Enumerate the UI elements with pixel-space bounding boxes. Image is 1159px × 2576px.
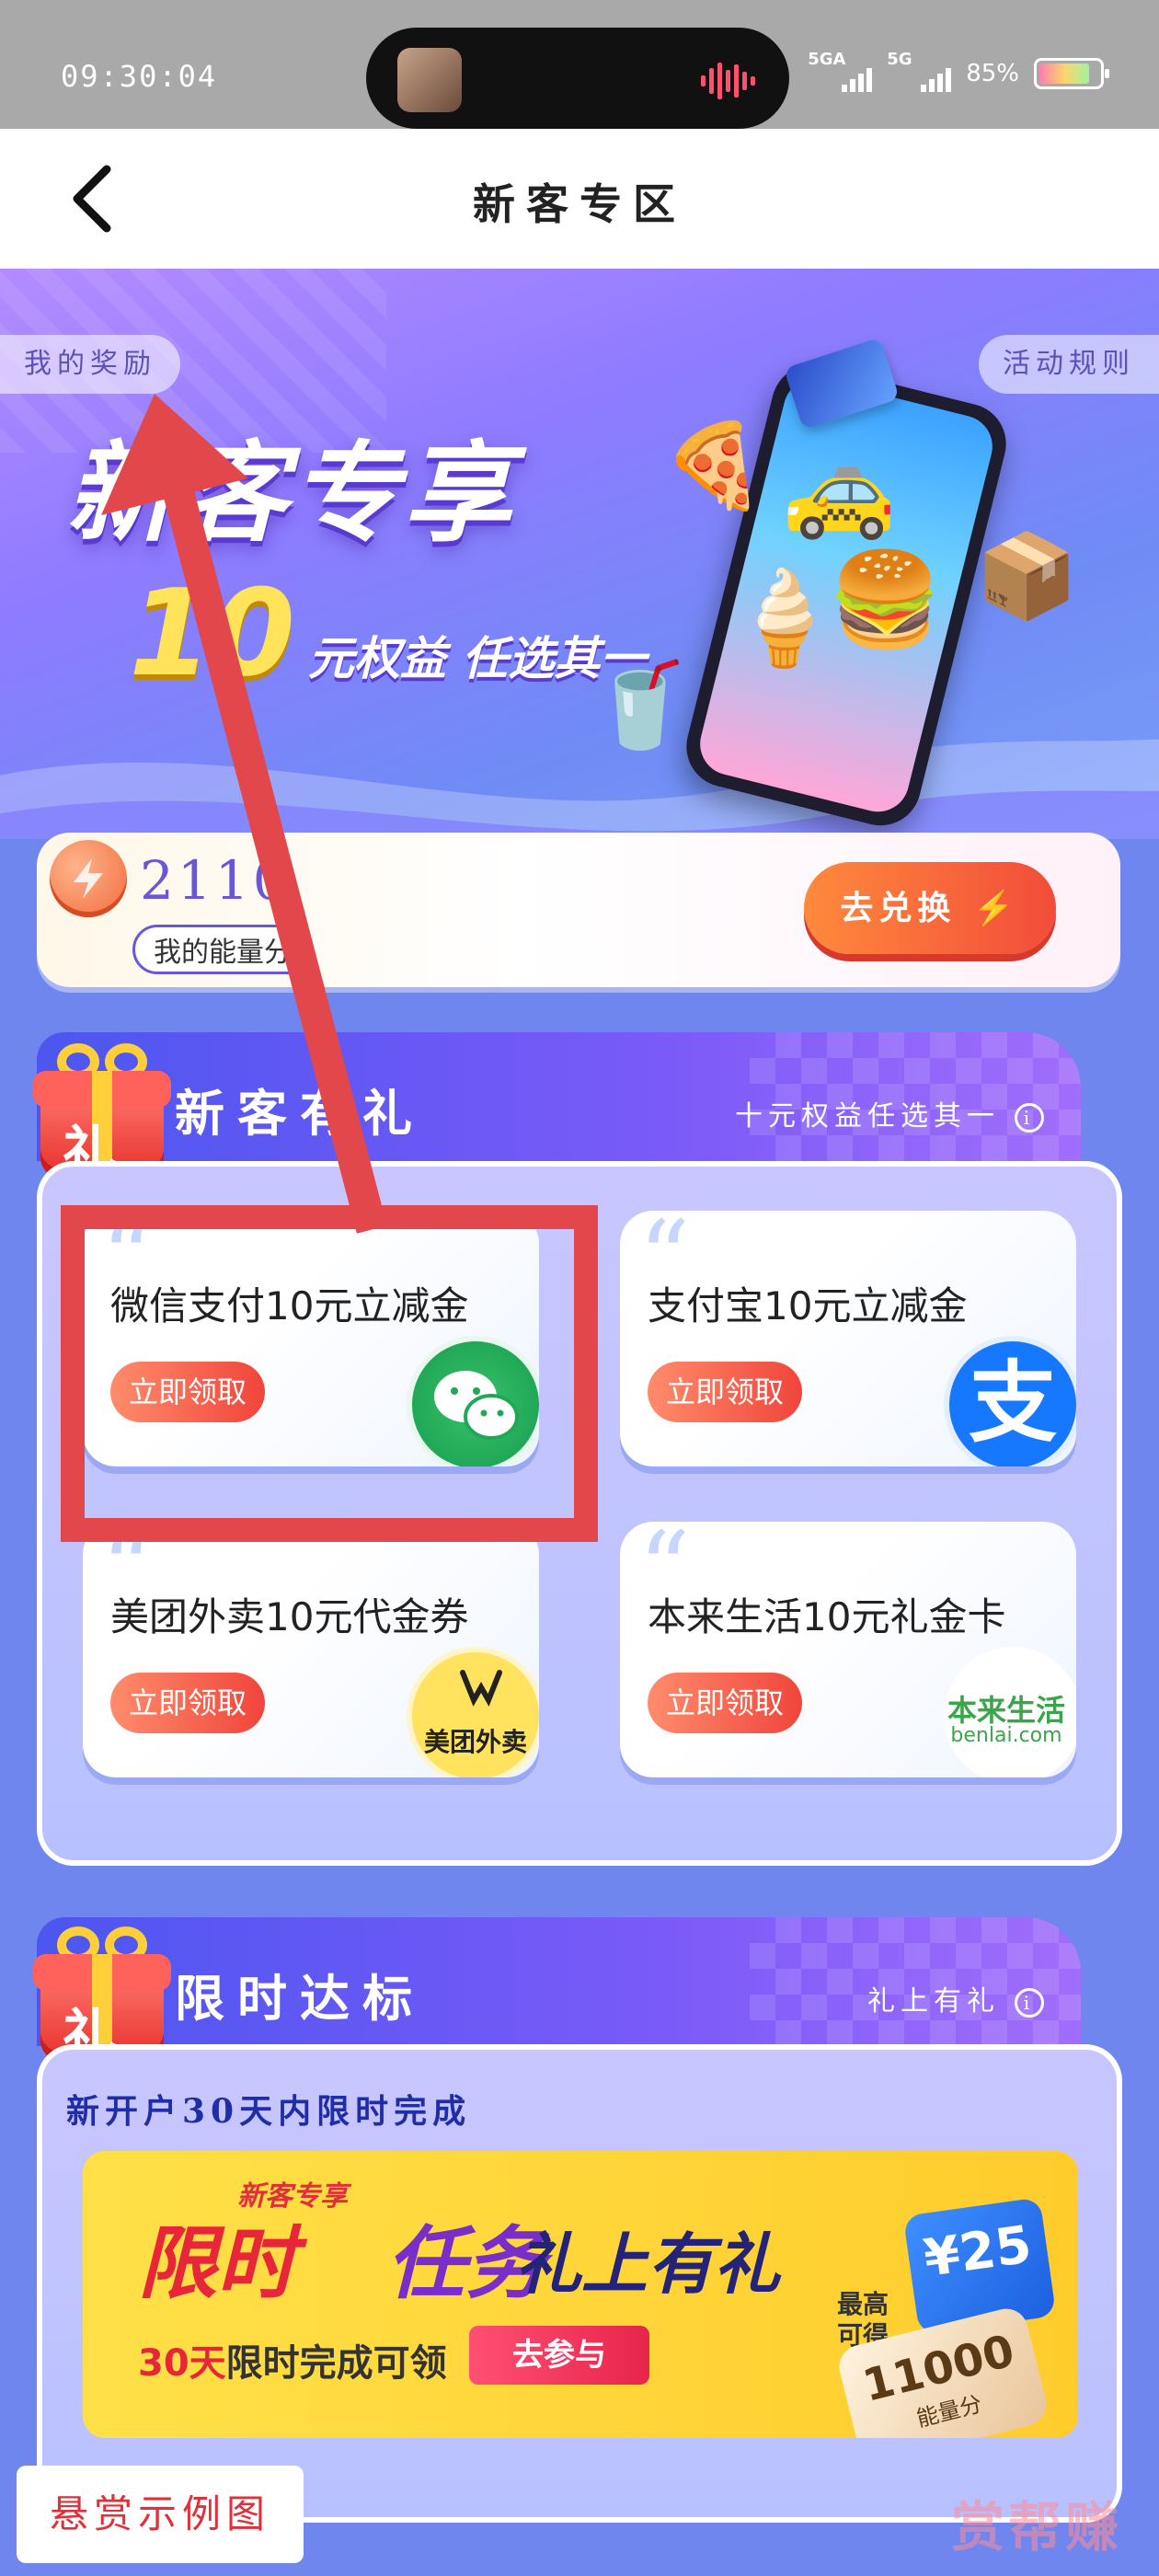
hero-banner: 我的奖励 活动规则 新客专享 10 元权益 任选其一 🍕 🚕 🍔 🍦 📦 🥤 bbox=[0, 269, 1159, 839]
banner-title-c: 礼上有礼 bbox=[515, 2225, 781, 2303]
burger-icon: 🍔 bbox=[828, 546, 943, 653]
coupon-title: 本来生活10元礼金卡 bbox=[648, 1594, 1006, 1639]
banner-title-a: 限时 bbox=[138, 2218, 296, 2310]
example-watermark-label: 悬赏示例图 bbox=[17, 2466, 304, 2563]
audio-wave-icon bbox=[701, 63, 755, 99]
battery-icon bbox=[1034, 58, 1109, 89]
gift-box-icon: 礼 bbox=[33, 1923, 171, 2068]
nav-bar: 新客专区 bbox=[0, 129, 1159, 269]
join-button[interactable]: 去参与 bbox=[469, 2326, 649, 2385]
meituan-icon: 美团外卖 bbox=[407, 1647, 539, 1777]
drink-icon: 🥤 bbox=[589, 657, 693, 753]
signal-icon-2: 5G bbox=[887, 50, 952, 92]
claim-button[interactable]: 立即领取 bbox=[648, 1362, 802, 1422]
energy-coin-icon bbox=[50, 840, 127, 917]
task-subtitle: 新开户30天内限时完成 bbox=[66, 2092, 472, 2131]
section-header-new-customer: 新客有礼 十元权益任选其一 i bbox=[37, 1032, 1081, 1161]
battery-percent: 85% bbox=[966, 60, 1019, 87]
energy-points-card: 2110 我的能量分 去兑换 ⚡ bbox=[37, 833, 1120, 987]
limited-task-banner[interactable]: 新客专享 限时 任务 礼上有礼 30天限时完成可领 去参与 最高可得 ¥25 1… bbox=[83, 2151, 1078, 2438]
brand-watermark: 赏帮赚 bbox=[950, 2496, 1122, 2559]
activity-rules-button[interactable]: 活动规则 bbox=[979, 335, 1159, 394]
ice-cream-icon: 🍦 bbox=[727, 564, 842, 672]
status-bar: 09:30:04 5GA 5G 85% bbox=[0, 0, 1159, 129]
coupon-title: 美团外卖10元代金券 bbox=[110, 1594, 469, 1639]
section-hint[interactable]: 礼上有礼 i bbox=[867, 1978, 1044, 2018]
section-title: 限时达标 bbox=[175, 1969, 425, 2028]
coupon-title: 支付宝10元立减金 bbox=[648, 1283, 968, 1328]
package-icon: 📦 bbox=[975, 528, 1079, 625]
section-title: 新客有礼 bbox=[175, 1084, 425, 1143]
taxi-icon: 🚕 bbox=[782, 435, 897, 543]
info-icon: i bbox=[1015, 1988, 1044, 2018]
energy-points-label[interactable]: 我的能量分 bbox=[132, 925, 313, 974]
energy-points-value: 2110 bbox=[140, 849, 291, 912]
info-icon: i bbox=[1015, 1103, 1044, 1133]
gift-box-icon: 礼 bbox=[33, 1040, 171, 1185]
coupon-card-meituan[interactable]: “ 美团外卖10元代金券 立即领取 美团外卖 bbox=[83, 1522, 539, 1777]
status-time: 09:30:04 bbox=[61, 59, 218, 94]
page-title: 新客专区 bbox=[473, 179, 686, 229]
alipay-icon: 支 bbox=[944, 1336, 1076, 1466]
section-hint[interactable]: 十元权益任选其一 i bbox=[735, 1093, 1044, 1133]
coupon-card-benlai[interactable]: “ 本来生活10元礼金卡 立即领取 本来生活 benlai.com bbox=[620, 1522, 1076, 1777]
signal-icon: 5GA bbox=[808, 50, 873, 92]
hero-swoosh-decoration bbox=[0, 739, 1159, 839]
benlai-icon: 本来生活 benlai.com bbox=[944, 1647, 1076, 1777]
coupon-card-alipay[interactable]: “ 支付宝10元立减金 立即领取 支 bbox=[620, 1211, 1076, 1466]
banner-subtitle: 30天限时完成可领 bbox=[138, 2342, 447, 2385]
redeem-button[interactable]: 去兑换 ⚡ bbox=[804, 862, 1056, 954]
claim-button[interactable]: 立即领取 bbox=[648, 1673, 802, 1733]
my-rewards-button[interactable]: 我的奖励 bbox=[0, 335, 180, 394]
highlight-box bbox=[61, 1205, 598, 1542]
island-avatar bbox=[397, 48, 462, 112]
dynamic-island[interactable] bbox=[366, 28, 789, 129]
pizza-icon: 🍕 bbox=[662, 418, 766, 514]
section-header-limited-task: 限时达标 礼上有礼 i bbox=[37, 1917, 1081, 2046]
claim-button[interactable]: 立即领取 bbox=[110, 1673, 265, 1733]
hero-title: 新客专享 bbox=[66, 430, 516, 557]
